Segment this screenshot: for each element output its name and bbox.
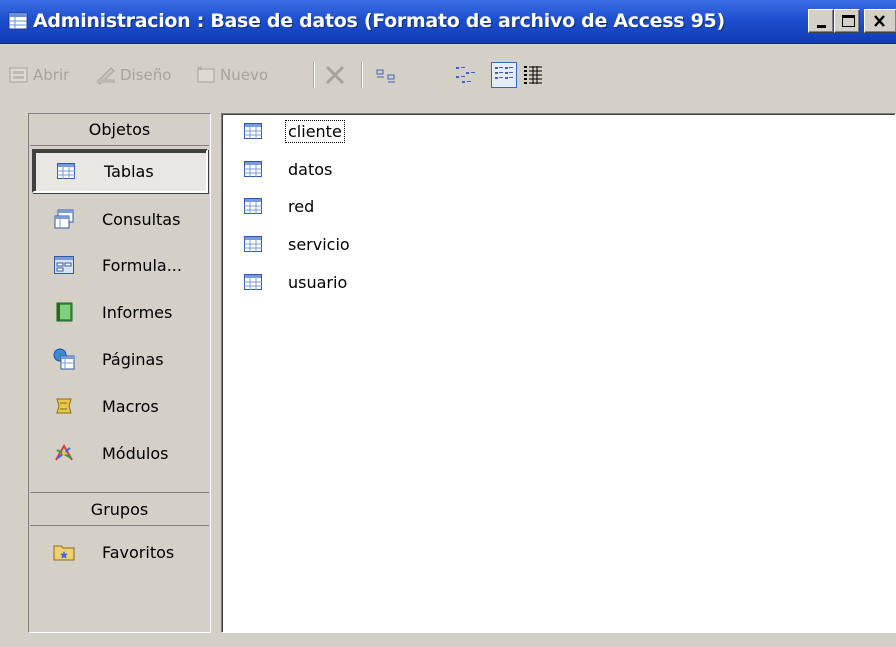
- favorites-folder-icon: [53, 541, 75, 563]
- design-icon: [96, 67, 115, 85]
- object-item-paginas[interactable]: Páginas: [32, 337, 208, 381]
- table-item-usuario[interactable]: usuario: [242, 267, 349, 297]
- new-button[interactable]: Nuevo: [195, 63, 268, 87]
- object-item-modulos[interactable]: Módulos: [32, 431, 208, 475]
- report-icon: [53, 301, 75, 323]
- objects-bar: Objetos Tablas Consultas Formula... Info…: [28, 113, 211, 633]
- delete-x-icon: [325, 65, 345, 85]
- object-item-label: Formula...: [102, 255, 182, 275]
- object-item-label: Módulos: [102, 443, 169, 463]
- table-item-label: servicio: [288, 234, 350, 254]
- object-item-consultas[interactable]: Consultas: [32, 197, 208, 241]
- tables-list[interactable]: cliente datos red servicio usuario: [221, 113, 896, 633]
- module-icon: [53, 442, 75, 464]
- close-button[interactable]: [864, 9, 896, 33]
- design-button[interactable]: Diseño: [95, 63, 171, 87]
- maximize-button[interactable]: [834, 9, 860, 33]
- small-icons-button[interactable]: [452, 62, 478, 88]
- title-bar[interactable]: Administracion : Base de datos (Formato …: [0, 0, 896, 44]
- maximize-icon: [842, 15, 855, 27]
- window-title: Administracion : Base de datos (Formato …: [33, 10, 725, 32]
- object-item-label: Consultas: [102, 209, 181, 229]
- objects-header[interactable]: Objetos: [30, 114, 209, 146]
- object-item-tablas[interactable]: Tablas: [32, 149, 208, 193]
- database-window-icon: [8, 12, 28, 30]
- table-item-datos[interactable]: datos: [242, 154, 334, 184]
- table-item-label: datos: [288, 159, 333, 179]
- delete-button[interactable]: [322, 62, 348, 88]
- object-item-formularios[interactable]: Formula...: [32, 243, 208, 287]
- window-bottom-edge: [0, 633, 896, 647]
- object-item-label: Tablas: [104, 161, 154, 181]
- large-icons-button[interactable]: [374, 62, 400, 88]
- database-toolbar: Abrir Diseño Nuevo: [0, 45, 896, 102]
- new-label: Nuevo: [220, 66, 269, 84]
- open-icon: [9, 67, 28, 83]
- macro-icon: [53, 395, 75, 417]
- query-icon: [53, 208, 75, 230]
- table-icon: [244, 236, 262, 252]
- open-button[interactable]: Abrir: [8, 63, 69, 87]
- object-item-label: Macros: [102, 396, 159, 416]
- new-icon: [197, 66, 215, 83]
- toolbar-separator: [361, 62, 363, 88]
- list-view-icon: [495, 67, 513, 79]
- object-item-macros[interactable]: Macros: [32, 384, 208, 428]
- table-item-red[interactable]: red: [242, 191, 316, 221]
- groups-header[interactable]: Grupos: [30, 492, 209, 526]
- small-icons-icon: [456, 67, 475, 83]
- details-view-icon: [524, 66, 542, 84]
- form-icon: [53, 254, 75, 276]
- table-item-label: red: [288, 196, 315, 216]
- open-label: Abrir: [33, 66, 70, 84]
- table-item-label: cliente: [285, 119, 345, 143]
- large-icons-icon: [376, 69, 395, 83]
- group-item-favoritos[interactable]: Favoritos: [32, 530, 208, 574]
- toolbar-separator: [313, 62, 315, 88]
- object-item-label: Informes: [102, 302, 173, 322]
- table-item-label: usuario: [288, 272, 348, 292]
- close-icon: [874, 15, 885, 27]
- group-item-label: Favoritos: [102, 542, 175, 562]
- minimize-icon: [817, 25, 826, 28]
- table-item-cliente[interactable]: cliente: [242, 116, 345, 146]
- table-icon: [244, 198, 262, 214]
- table-item-servicio[interactable]: servicio: [242, 229, 352, 259]
- object-item-informes[interactable]: Informes: [32, 290, 208, 334]
- page-icon: [53, 348, 75, 370]
- table-icon: [244, 123, 262, 139]
- table-icon: [55, 160, 77, 182]
- list-view-button[interactable]: [491, 62, 517, 88]
- details-view-button[interactable]: [520, 62, 546, 88]
- minimize-button[interactable]: [808, 9, 834, 33]
- design-label: Diseño: [120, 66, 172, 84]
- table-icon: [244, 161, 262, 177]
- table-icon: [244, 274, 262, 290]
- object-item-label: Páginas: [102, 349, 164, 369]
